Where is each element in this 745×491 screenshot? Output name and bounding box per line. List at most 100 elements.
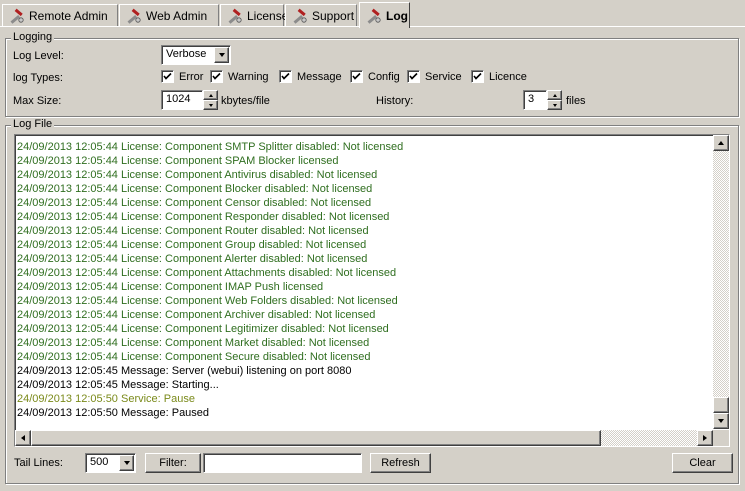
checkbox-box[interactable] xyxy=(279,70,292,83)
log-level-value: Verbose xyxy=(166,48,207,60)
checkmark-icon xyxy=(352,72,361,80)
checkbox-message[interactable]: Message xyxy=(279,70,342,83)
horizontal-scrollbar[interactable] xyxy=(15,430,713,446)
checkbox-warning[interactable]: Warning xyxy=(210,70,269,83)
log-line: 24/09/2013 12:05:44 License: Component S… xyxy=(17,155,339,167)
log-line: 24/09/2013 12:05:44 License: Component R… xyxy=(17,211,390,223)
log-line: 24/09/2013 12:05:44 License: Component B… xyxy=(17,183,373,195)
log-line: 24/09/2013 12:05:44 License: Component M… xyxy=(17,337,370,349)
log-lines: 24/09/2013 12:05:44 License: Component S… xyxy=(17,140,403,420)
log-file-legend: Log File xyxy=(11,118,55,130)
log-line: 24/09/2013 12:05:44 License: Component A… xyxy=(17,267,397,279)
log-line: 24/09/2013 12:05:44 License: Component R… xyxy=(17,225,369,237)
wrench-tools-icon xyxy=(127,8,141,24)
log-line: 24/09/2013 12:05:45 Message: Starting... xyxy=(17,379,219,391)
log-line: 24/09/2013 12:05:44 License: Component A… xyxy=(17,309,376,321)
log-line: 24/09/2013 12:05:44 License: Component W… xyxy=(17,295,398,307)
checkbox-box[interactable] xyxy=(210,70,223,83)
checkmark-icon xyxy=(163,72,172,80)
checkbox-label: Message xyxy=(297,70,342,83)
logging-legend: Logging xyxy=(11,31,55,43)
tab-bar: Remote Admin Web Admin License Support L… xyxy=(0,0,745,28)
checkbox-box[interactable] xyxy=(471,70,484,83)
max-size-up-button[interactable] xyxy=(203,90,218,100)
vertical-scrollbar[interactable] xyxy=(713,135,729,429)
filter-button[interactable]: Filter: xyxy=(145,453,201,473)
chevron-up-icon xyxy=(718,141,724,145)
log-line: 24/09/2013 12:05:50 Message: Paused xyxy=(17,407,210,419)
tab-log[interactable]: Log xyxy=(359,2,410,28)
log-line: 24/09/2013 12:05:44 License: Component S… xyxy=(17,141,404,153)
wrench-tools-icon xyxy=(10,8,24,24)
tab-web-admin[interactable]: Web Admin xyxy=(119,4,219,26)
checkbox-service[interactable]: Service xyxy=(407,70,462,83)
wrench-tools-icon xyxy=(228,8,242,24)
tab-license[interactable]: License xyxy=(220,4,288,26)
checkbox-label: Config xyxy=(368,70,400,83)
history-up-button[interactable] xyxy=(547,90,562,100)
tail-lines-dropdown-button[interactable] xyxy=(119,455,134,471)
log-level-select[interactable]: Verbose xyxy=(161,45,231,65)
checkmark-icon xyxy=(409,72,418,80)
checkbox-label: Service xyxy=(425,70,462,83)
max-size-value: 1024 xyxy=(166,93,191,105)
chevron-down-icon xyxy=(718,419,724,423)
scroll-down-button[interactable] xyxy=(713,413,729,429)
max-size-unit: kbytes/file xyxy=(221,95,270,107)
max-size-label: Max Size: xyxy=(13,95,62,107)
tab-remote-admin[interactable]: Remote Admin xyxy=(2,4,118,26)
log-line: 24/09/2013 12:05:44 License: Component A… xyxy=(17,253,368,265)
scroll-thumb-vertical[interactable] xyxy=(713,397,729,413)
refresh-button-label: Refresh xyxy=(381,457,420,469)
checkbox-config[interactable]: Config xyxy=(350,70,400,83)
checkbox-error[interactable]: Error xyxy=(161,70,203,83)
wrench-tools-icon xyxy=(367,8,381,24)
filter-input[interactable] xyxy=(203,453,362,473)
checkmark-icon xyxy=(281,72,290,80)
scroll-thumb-horizontal[interactable] xyxy=(31,430,601,446)
tail-lines-label: Tail Lines: xyxy=(14,457,63,469)
tab-support[interactable]: Support xyxy=(285,4,357,26)
scroll-up-button[interactable] xyxy=(713,135,729,151)
log-line: 24/09/2013 12:05:50 Service: Pause xyxy=(17,393,195,405)
history-input[interactable]: 3 xyxy=(523,90,547,110)
filter-button-label: Filter: xyxy=(159,457,187,469)
checkbox-label: Warning xyxy=(228,70,269,83)
refresh-button[interactable]: Refresh xyxy=(370,453,431,473)
scroll-left-button[interactable] xyxy=(15,430,31,446)
chevron-down-icon xyxy=(218,53,225,57)
log-line: 24/09/2013 12:05:44 License: Component I… xyxy=(17,281,324,293)
chevron-down-icon xyxy=(552,103,557,107)
chevron-right-icon xyxy=(703,435,707,441)
checkmark-icon xyxy=(212,72,221,80)
chevron-left-icon xyxy=(21,435,25,441)
log-line: 24/09/2013 12:05:45 Message: Server (web… xyxy=(17,365,352,377)
chevron-up-icon xyxy=(552,93,557,97)
tab-label: License xyxy=(247,8,289,23)
checkbox-licence[interactable]: Licence xyxy=(471,70,527,83)
log-line: 24/09/2013 12:05:44 License: Component S… xyxy=(17,351,371,363)
log-level-dropdown-button[interactable] xyxy=(214,47,229,63)
checkbox-box[interactable] xyxy=(407,70,420,83)
tab-label: Web Admin xyxy=(146,8,208,23)
checkbox-label: Error xyxy=(179,70,204,83)
max-size-down-button[interactable] xyxy=(203,100,218,110)
log-line: 24/09/2013 12:05:44 License: Component A… xyxy=(17,169,378,181)
log-text-area[interactable]: 24/09/2013 12:05:44 License: Component S… xyxy=(14,134,730,447)
scroll-right-button[interactable] xyxy=(697,430,713,446)
clear-button[interactable]: Clear xyxy=(672,453,733,473)
log-level-label: Log Level: xyxy=(13,50,64,62)
tail-lines-select[interactable]: 500 xyxy=(85,453,136,473)
wrench-tools-icon xyxy=(293,8,307,24)
log-line: 24/09/2013 12:05:44 License: Component G… xyxy=(17,239,367,251)
log-types-label: log Types: xyxy=(13,72,63,84)
checkbox-box[interactable] xyxy=(161,70,174,83)
chevron-down-icon xyxy=(208,103,213,107)
history-down-button[interactable] xyxy=(547,100,562,110)
max-size-input[interactable]: 1024 xyxy=(161,90,203,110)
history-value: 3 xyxy=(528,93,535,105)
chevron-down-icon xyxy=(123,461,130,465)
tail-lines-value: 500 xyxy=(90,456,109,468)
checkbox-box[interactable] xyxy=(350,70,363,83)
tab-label: Support xyxy=(312,8,355,23)
